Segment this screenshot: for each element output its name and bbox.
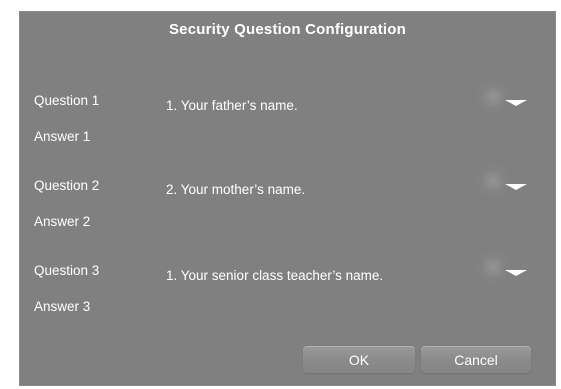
answer-3-label: Answer 3 <box>34 299 91 314</box>
question-2-select[interactable]: 2. Your mother’s name. <box>157 163 527 203</box>
question-1-select[interactable]: 1. Your father’s name. <box>157 79 527 119</box>
question-3-label: Question 3 <box>34 263 100 278</box>
answer-2-label: Answer 2 <box>34 214 91 229</box>
cancel-button[interactable]: Cancel <box>421 346 531 374</box>
answer-3-input[interactable] <box>157 293 527 315</box>
security-question-dialog: Security Question Configuration Question… <box>19 11 556 386</box>
question-2-selected-value: 2. Your mother’s name. <box>166 182 306 197</box>
chevron-down-icon[interactable] <box>505 184 527 194</box>
ok-button[interactable]: OK <box>303 346 415 374</box>
answer-1-label: Answer 1 <box>34 129 91 144</box>
question-2-label: Question 2 <box>34 178 100 193</box>
question-3-select[interactable]: 1. Your senior class teacher’s name. <box>157 249 527 289</box>
question-3-selected-value: 1. Your senior class teacher’s name. <box>166 268 384 283</box>
chevron-down-icon[interactable] <box>505 100 527 110</box>
answer-2-input[interactable] <box>157 208 527 230</box>
question-1-label: Question 1 <box>34 93 100 108</box>
question-1-selected-value: 1. Your father’s name. <box>166 98 298 113</box>
answer-1-input[interactable] <box>157 123 527 145</box>
dialog-title: Security Question Configuration <box>168 21 407 38</box>
chevron-down-icon[interactable] <box>505 270 527 280</box>
